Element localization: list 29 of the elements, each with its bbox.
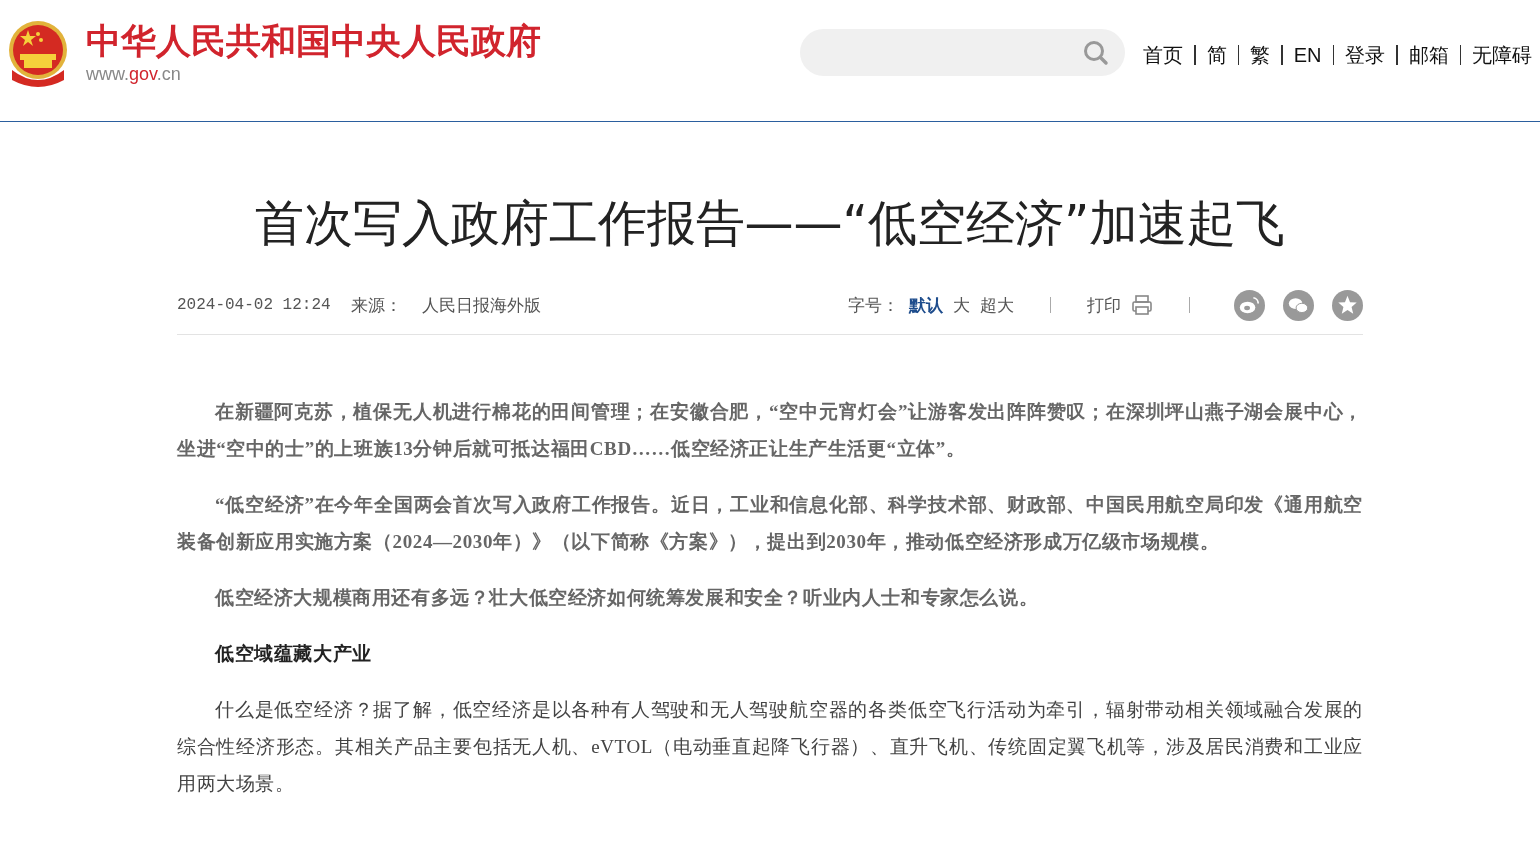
body-paragraph: 什么是低空经济？据了解，低空经济是以各种有人驾驶和无人驾驶航空器的各类低空飞行活动为牵引，辐射带动相关领域融合发展的综合性经济形态。其相关产品主要包括无人机、eVTOL（电动垂直起降飞行器）、直升飞机、传统固定翼飞机等，涉及居民消费和工业应用两大场景。 (177, 698, 1363, 796)
nav-link[interactable]: 邮箱 (1408, 41, 1449, 69)
source-label: 来源： (350, 294, 402, 317)
search-icon[interactable] (1083, 39, 1110, 66)
font-size-option[interactable]: 超大 (980, 293, 1014, 317)
print-link[interactable]: 打印 (1087, 293, 1121, 317)
nav-link[interactable]: 登录 (1345, 41, 1385, 69)
font-size-label: 字号： (848, 294, 899, 317)
nav-link[interactable]: 简 (1206, 41, 1227, 69)
font-size-option[interactable]: 默认 (909, 293, 943, 317)
weibo-share-icon[interactable] (1234, 289, 1265, 321)
nav-link[interactable]: 繁 (1250, 41, 1271, 69)
printer-icon[interactable] (1131, 294, 1153, 316)
source-name: 人民日报海外版 (421, 294, 541, 317)
lead-paragraph: “低空经济”在今年全国两会首次写入政府工作报告。近日，工业和信息化部、科学技术部、财政部、中国民用航空局印发《通用航空装备创新应用实施方案（2024—2030年）》（以下简称《方案》），提出到2030年，推动低空经济形成万亿级市场规模。 (177, 493, 1363, 554)
article-title: 首次写入政府工作报告——“低空经济”加速起飞 (253, 194, 1287, 254)
nav-link[interactable]: 首页 (1143, 41, 1184, 69)
site-url: www.gov.cn (86, 64, 182, 85)
nav-link[interactable]: 无障碍 (1472, 41, 1532, 69)
site-name[interactable]: 中华人民共和国中央人民政府 (86, 20, 541, 62)
emblem-icon[interactable] (6, 20, 70, 88)
font-size-option[interactable]: 大 (953, 293, 970, 317)
section-heading: 低空域蕴藏大产业 (213, 642, 373, 666)
nav-link[interactable]: EN (1293, 43, 1322, 67)
search-field[interactable] (800, 29, 1126, 76)
chat-share-icon[interactable] (1283, 289, 1314, 321)
lead-paragraph: 低空经济大规模商用还有多远？壮大低空经济如何统筹发展和安全？听业内人士和专家怎么说。 (213, 586, 1040, 610)
lead-paragraph: 在新疆阿克苏，植保无人机进行棉花的田间管理；在安徽合肥，“空中元宵灯会”让游客发出阵阵赞叹；在深圳坪山燕子湖会展中心，坐进“空中的士”的上班族13分钟后就可抵达福田CBD……低空经济正让生产生活更“立体”。 (177, 400, 1363, 461)
publish-date: 2024-04-02 12:24 (177, 296, 331, 314)
